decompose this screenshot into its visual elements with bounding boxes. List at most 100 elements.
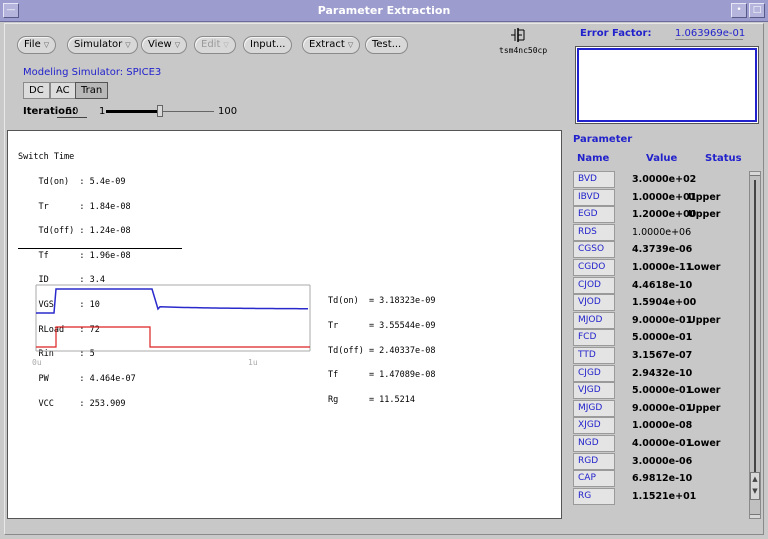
parameter-value: 9.0000e-01 xyxy=(632,402,693,414)
parameter-name-button[interactable]: CAP xyxy=(573,470,615,488)
parameter-row-cap[interactable]: CAP 6.9812e-10 xyxy=(573,470,748,488)
main-panel: File ▽ Simulator ▽ View ▽ Edit ▽ Input... Ex… xyxy=(4,23,764,535)
parameter-value: 4.3739e-06 xyxy=(632,244,693,256)
slider-fill xyxy=(106,110,157,113)
parameter-value: 1.0000e-11 xyxy=(632,262,693,273)
parameter-row-cgdo[interactable]: CGDO 1.0000e-11 Lower xyxy=(573,259,748,277)
edit-menu-button[interactable]: Edit ▽ xyxy=(194,36,236,54)
spec-row: Tf : 1.96e-08 xyxy=(18,250,131,261)
parameter-name-button[interactable]: CGDO xyxy=(573,259,615,276)
parameter-row-cjod[interactable]: CJOD 4.4618e-10 xyxy=(573,276,748,295)
mosfet-icon xyxy=(511,28,525,42)
parameter-value: 5.0000e-01 xyxy=(632,385,693,397)
parameter-value: 9.0000e-01 xyxy=(632,314,693,326)
parameter-name-button[interactable]: VJGD xyxy=(573,382,615,400)
minimize-icon[interactable]: • xyxy=(731,3,747,18)
parameter-row-rgd[interactable]: RGD 3.0000e-06 xyxy=(573,452,748,471)
dropdown-triangle-icon: ▽ xyxy=(43,41,50,49)
input-button-label: Input... xyxy=(250,39,286,50)
parameter-name-button[interactable]: TTD xyxy=(573,347,615,364)
parameter-value: 3.0000e-06 xyxy=(632,455,693,467)
edit-menu-label: Edit xyxy=(201,39,221,50)
scrollbar-thumb[interactable]: ▲ ▼ xyxy=(750,472,760,500)
spec-title: Switch Time xyxy=(18,152,75,163)
parameter-row-egd[interactable]: EGD 1.2000e+00 Upper xyxy=(573,206,748,224)
parameter-row-rg[interactable]: RG 1.1521e+01 xyxy=(573,487,748,506)
result-row: Tr = 3.55544e-09 xyxy=(328,321,436,332)
iteration-max-label: 100 xyxy=(218,106,238,117)
scrollbar-track[interactable] xyxy=(754,180,756,472)
slider-thumb[interactable] xyxy=(157,105,163,117)
parameter-row-vjod[interactable]: VJOD 1.5904e+00 xyxy=(573,294,748,312)
parameter-name-button[interactable]: VJOD xyxy=(573,294,615,312)
spec-row: Td(on) : 5.4e-09 xyxy=(18,177,126,188)
parameter-status: Lower xyxy=(688,262,721,273)
maximize-icon[interactable]: □ xyxy=(749,3,765,18)
parameter-status: Lower xyxy=(688,438,721,449)
scrollbar-bottom-cap[interactable] xyxy=(750,514,760,518)
result-row: Rg = 11.5214 xyxy=(328,394,415,405)
extraction-results: Td(on) = 3.18323e-09 Tr = 3.55544e-09 Td… xyxy=(328,281,435,420)
parameter-name-button[interactable]: XJGD xyxy=(573,417,615,435)
parameter-row-cjgd[interactable]: CJGD 2.9432e-10 xyxy=(573,364,748,383)
mode-dc-button[interactable]: DC xyxy=(23,82,50,99)
plot-x-start-label: 0u xyxy=(32,358,42,367)
spec-divider xyxy=(18,248,182,249)
test-button[interactable]: Test... xyxy=(365,36,409,54)
parameter-row-vjgd[interactable]: VJGD 5.0000e-01 Lower xyxy=(573,382,748,400)
parameter-row-ngd[interactable]: NGD 4.0000e-01 Lower xyxy=(573,435,748,453)
parameter-value: 1.0000e-08 xyxy=(632,420,693,432)
parameter-status: Lower xyxy=(688,385,721,397)
extract-menu-button[interactable]: Extract ▽ xyxy=(302,36,361,54)
input-button[interactable]: Input... xyxy=(243,36,293,54)
parameter-row-cgso[interactable]: CGSO 4.3739e-06 xyxy=(573,241,748,259)
parameter-row-ibvd[interactable]: IBVD 1.0000e+01 Upper xyxy=(573,188,748,207)
parameter-name-button[interactable]: RGD xyxy=(573,452,615,470)
parameter-name-button[interactable]: MJOD xyxy=(573,311,615,329)
mode-tran-button[interactable]: Tran xyxy=(75,82,109,99)
result-row: Td(on) = 3.18323e-09 xyxy=(328,296,436,307)
parameter-row-rds[interactable]: RDS 1.0000e+06 xyxy=(573,223,748,242)
window-titlebar[interactable]: — Parameter Extraction • □ xyxy=(0,0,768,22)
file-menu-button[interactable]: File ▽ xyxy=(17,36,57,54)
view-menu-button[interactable]: View ▽ xyxy=(141,36,188,54)
modeling-simulator-label: Modeling Simulator: SPICE3 xyxy=(23,67,162,78)
parameter-status: Upper xyxy=(688,314,721,326)
column-header-status: Status xyxy=(705,153,742,164)
plot-x-end-label: 1u xyxy=(248,358,258,367)
parameter-name-button[interactable]: CJGD xyxy=(573,364,615,382)
parameter-value: 3.0000e+02 xyxy=(632,174,697,185)
window-title: Parameter Extraction xyxy=(317,4,451,17)
waveform-plot: 0u 1u xyxy=(32,284,311,367)
parameter-name-button[interactable]: CJOD xyxy=(573,276,615,294)
parameter-row-mjgd[interactable]: MJGD 9.0000e-01 Upper xyxy=(573,399,748,418)
parameter-name-button[interactable]: RDS xyxy=(573,223,615,241)
drain-waveform xyxy=(36,288,309,314)
parameter-row-mjod[interactable]: MJOD 9.0000e-01 Upper xyxy=(573,311,748,330)
mode-ac-button[interactable]: AC xyxy=(50,82,76,99)
parameter-name-button[interactable]: NGD xyxy=(573,435,615,452)
parameter-status: Upper xyxy=(688,191,721,203)
parameter-name-button[interactable]: FCD xyxy=(573,329,615,347)
dropdown-triangle-icon: ▽ xyxy=(347,41,354,49)
parameter-row-xjgd[interactable]: XJGD 1.0000e-08 xyxy=(573,417,748,435)
parameter-name-button[interactable]: BVD xyxy=(573,171,615,188)
test-button-label: Test... xyxy=(372,39,402,50)
parameter-name-button[interactable]: CGSO xyxy=(573,241,615,259)
simulator-menu-label: Simulator xyxy=(74,39,123,50)
parameter-row-ttd[interactable]: TTD 3.1567e-07 xyxy=(573,347,748,365)
parameter-row-fcd[interactable]: FCD 5.0000e-01 xyxy=(573,329,748,347)
parameter-scrollbar[interactable]: ▲ ▼ xyxy=(749,171,761,519)
parameter-value: 6.9812e-10 xyxy=(632,473,693,485)
parameter-name-button[interactable]: MJGD xyxy=(573,399,615,417)
parameter-value: 1.1521e+01 xyxy=(632,490,697,502)
parameter-name-button[interactable]: RG xyxy=(573,487,615,505)
iteration-slider[interactable] xyxy=(106,105,214,117)
error-factor-label: Error Factor: xyxy=(580,28,652,39)
parameter-name-button[interactable]: IBVD xyxy=(573,188,615,206)
iteration-input[interactable]: 50 xyxy=(57,106,87,118)
scrollbar-top-cap[interactable] xyxy=(750,172,760,176)
simulator-menu-button[interactable]: Simulator ▽ xyxy=(67,36,138,54)
parameter-row-bvd[interactable]: BVD 3.0000e+02 xyxy=(573,171,748,189)
parameter-name-button[interactable]: EGD xyxy=(573,206,615,224)
